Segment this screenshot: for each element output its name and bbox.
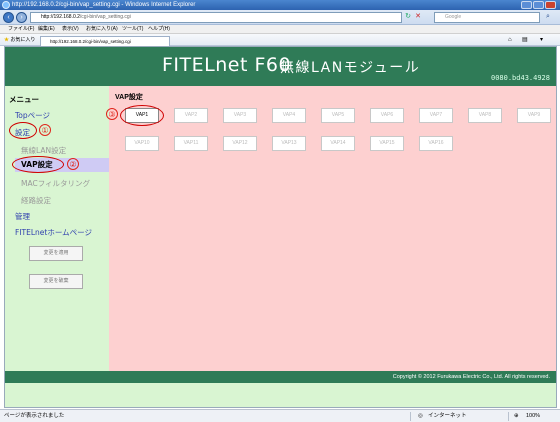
browser-tab[interactable]: http://192.168.0.2/cgi-bin/vap_setting.c… — [40, 36, 170, 46]
page-bottom-area — [5, 383, 556, 407]
vap-button-8[interactable]: VAP8 — [468, 108, 502, 123]
vap-button-11[interactable]: VAP11 — [174, 136, 208, 151]
vap-button-15[interactable]: VAP15 — [370, 136, 404, 151]
stop-icon[interactable]: ✕ — [414, 13, 422, 21]
vap-button-2[interactable]: VAP2 — [174, 108, 208, 123]
zoom-level[interactable]: 100% — [526, 410, 540, 422]
status-text: ページが表示されました — [4, 413, 65, 419]
web-page: FITELnet F60 無線LANモジュール 0080.bd43.4928 メ… — [4, 46, 557, 408]
callout-ellipse-vap — [12, 156, 64, 173]
main-content: VAP設定 VAP1 VAP2 VAP3 VAP4 VAP5 VAP6 VAP7 VAP8 VA… — [106, 86, 556, 371]
menu-edit[interactable]: 編集(E) — [38, 25, 55, 34]
star-icon: ★ — [4, 37, 10, 43]
vap-button-4[interactable]: VAP4 — [272, 108, 306, 123]
minimize-button[interactable] — [521, 1, 532, 9]
menu-help[interactable]: ヘルプ(H) — [148, 25, 170, 34]
menu-file[interactable]: ファイル(F) — [8, 25, 34, 34]
url-input[interactable]: http://192.168.0.2/cgi-bin/vap_setting.c… — [30, 12, 402, 23]
product-title: FITELnet F60 — [162, 54, 292, 76]
product-subtitle: 無線LANモジュール — [280, 60, 421, 76]
favorites-bar: ★ お気に入り http://192.168.0.2/cgi-bin/vap_s… — [0, 34, 560, 46]
device-id: 0080.bd43.4928 — [490, 74, 550, 82]
internet-explorer-icon — [2, 1, 10, 9]
url-path: /cgi-bin/vap_setting.cgi — [79, 14, 131, 20]
page-footer: Copyright © 2012 Furukawa Electric Co., … — [5, 371, 556, 383]
sidebar-item-wlan[interactable]: 無線LAN設定 — [21, 145, 66, 156]
sidebar-item-top[interactable]: Topページ — [15, 110, 50, 121]
sidebar-item-mac-filter[interactable]: MACフィルタリング — [21, 178, 90, 189]
discard-button[interactable]: 変更を破棄 — [29, 274, 83, 289]
sidebar-item-homepage[interactable]: FITELnetホームページ — [15, 227, 92, 238]
refresh-icon[interactable]: ↻ — [404, 13, 412, 21]
home-icon[interactable]: ⌂ — [508, 36, 512, 44]
vap-button-12[interactable]: VAP12 — [223, 136, 257, 151]
page-header: FITELnet F60 無線LANモジュール 0080.bd43.4928 — [5, 47, 556, 86]
vap-button-16[interactable]: VAP16 — [419, 136, 453, 151]
apply-button[interactable]: 変更を適用 — [29, 246, 83, 261]
menu-tools[interactable]: ツール(T) — [122, 25, 143, 34]
callout-number-3: ③ — [106, 108, 118, 120]
status-divider — [410, 412, 411, 421]
window-title: http://192.168.0.2/cgi-bin/vap_setting.c… — [12, 2, 196, 8]
vap-button-3[interactable]: VAP3 — [223, 108, 257, 123]
search-icon[interactable]: ⌕ — [544, 13, 552, 21]
section-title: VAP設定 — [115, 94, 143, 101]
globe-icon: ◎ — [418, 413, 423, 419]
feeds-icon[interactable]: ▤ — [522, 36, 528, 44]
vap-button-9[interactable]: VAP9 — [517, 108, 551, 123]
status-divider — [508, 412, 509, 421]
sidebar-item-admin[interactable]: 管理 — [15, 211, 30, 222]
vap-button-14[interactable]: VAP14 — [321, 136, 355, 151]
sidebar: メニュー Topページ 設定 無線LAN設定 VAP設定 MACフィルタリング … — [5, 86, 109, 371]
window-title-bar: http://192.168.0.2/cgi-bin/vap_setting.c… — [0, 0, 560, 10]
favorites-button[interactable]: ★ お気に入り — [4, 36, 35, 44]
status-bar: ページが表示されました ◎ インターネット ⊕ 100% — [0, 409, 560, 422]
callout-ellipse-vap1 — [120, 105, 164, 126]
maximize-button[interactable] — [533, 1, 544, 9]
url-host: http://192.168.0.2 — [41, 14, 80, 20]
callout-number-1: ① — [39, 124, 51, 136]
search-input[interactable]: Google — [434, 12, 540, 23]
vap-button-7[interactable]: VAP7 — [419, 108, 453, 123]
menu-view[interactable]: 表示(V) — [62, 25, 79, 34]
close-window-button[interactable] — [545, 1, 556, 9]
back-icon[interactable]: ‹ — [3, 12, 14, 23]
vap-button-6[interactable]: VAP6 — [370, 108, 404, 123]
address-toolbar: ‹ › http://192.168.0.2/cgi-bin/vap_setti… — [0, 10, 560, 25]
sidebar-item-route[interactable]: 経路設定 — [21, 195, 51, 206]
menu-favorites[interactable]: お気に入り(A) — [86, 25, 118, 34]
zoom-icon[interactable]: ⊕ — [514, 410, 519, 422]
vap-button-10[interactable]: VAP10 — [125, 136, 159, 151]
callout-ellipse-settings — [9, 122, 37, 139]
zone-text: インターネット — [428, 413, 467, 419]
callout-number-2: ② — [67, 158, 79, 170]
vap-button-13[interactable]: VAP13 — [272, 136, 306, 151]
menu-heading: メニュー — [9, 95, 39, 104]
menu-bar: ファイル(F) 編集(E) 表示(V) お気に入り(A) ツール(T) ヘルプ(… — [0, 25, 560, 34]
forward-icon[interactable]: › — [16, 12, 27, 23]
vap-button-5[interactable]: VAP5 — [321, 108, 355, 123]
stop-icon[interactable] — [424, 13, 432, 21]
page-menu-icon[interactable]: ▾ — [540, 36, 543, 44]
